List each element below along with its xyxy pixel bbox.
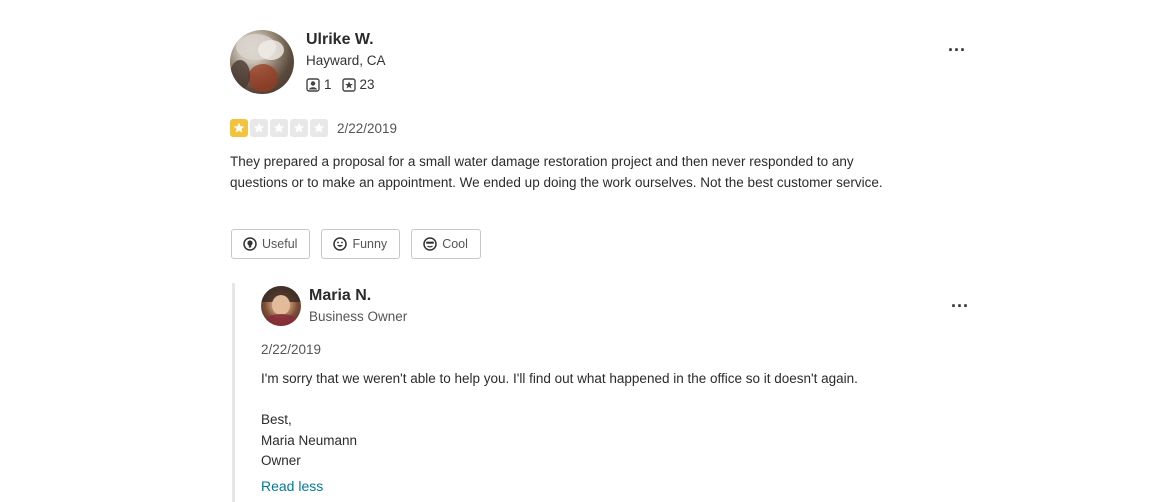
cool-face-icon [423,237,437,251]
useful-label: Useful [262,237,298,251]
user-location: Hayward, CA [306,53,386,68]
reply-more-button[interactable]: ... [951,292,969,310]
rating-row: 2/22/2019 [230,119,397,137]
star-icon [290,119,308,137]
funny-label: Funny [352,237,388,251]
friends-stat: 1 [306,77,332,92]
user-stats: 1 23 [306,77,375,92]
read-less-link[interactable]: Read less [261,478,323,494]
user-avatar[interactable] [230,30,294,94]
owner-name[interactable]: Maria N. [309,287,371,305]
reviews-count: 23 [359,77,375,92]
useful-button[interactable]: Useful [231,229,311,259]
star-icon [270,119,288,137]
funny-button[interactable]: Funny [321,229,401,259]
star-rating [230,119,328,137]
cool-button[interactable]: Cool [411,229,481,259]
cool-label: Cool [442,237,468,251]
star-icon [230,119,248,137]
star-icon [310,119,328,137]
funny-face-icon [333,237,348,251]
vote-buttons: Useful Funny Cool [231,229,481,259]
owner-avatar[interactable] [261,286,301,326]
review-date: 2/22/2019 [337,120,398,136]
review-text: They prepared a proposal for a small wat… [230,154,883,190]
user-name[interactable]: Ulrike W. [306,31,374,49]
friends-icon [306,77,320,92]
review-more-button[interactable]: ... [948,36,966,54]
friends-count: 1 [324,77,332,92]
reviews-stat: 23 [341,77,375,92]
reviews-icon [341,77,356,92]
reply-text: I'm sorry that we weren't able to help y… [261,371,858,468]
owner-reply: Maria N. Business Owner ... 2/22/2019 I'… [232,283,975,502]
owner-role: Business Owner [309,309,408,324]
lightbulb-icon [243,237,257,251]
star-icon [250,119,268,137]
reply-date: 2/22/2019 [261,342,322,357]
